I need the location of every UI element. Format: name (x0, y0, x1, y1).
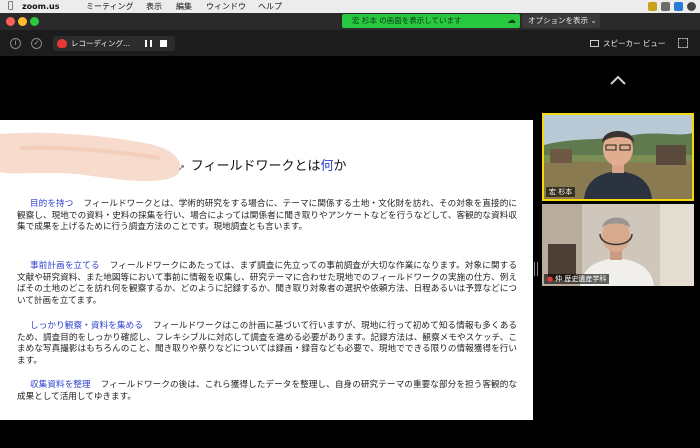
cloud-icon: ☁ (507, 16, 516, 26)
maximize-window-button[interactable] (30, 17, 39, 26)
slide-paragraph: 事前計画を立てる フィールドワークにあたっては、まず調査に先立っての事前調査が大切… (17, 261, 517, 307)
recording-indicator: レコーディング... (53, 36, 175, 51)
paragraph-heading: 目的を持つ (30, 199, 74, 209)
participant-name: 仲 歴史遺産学科 (555, 275, 607, 283)
slide-title-accent: 何 (320, 159, 334, 174)
menu-help[interactable]: ヘルプ (258, 0, 282, 13)
view-options-label: オプションを表示 (528, 16, 588, 25)
fullscreen-icon[interactable] (678, 38, 688, 48)
security-shield-icon[interactable]: ✓ (31, 38, 42, 49)
slide-title: ↗ フィールドワークとは何か (178, 155, 346, 174)
cursor-icon[interactable] (687, 2, 696, 11)
slide-paragraph: 収集資料を整理 フィールドワークの後は、これら獲得したデータを整理し、自身の研究テ… (17, 380, 517, 403)
apple-icon[interactable]:  (8, 0, 13, 13)
speaker-view-label: スピーカー ビュー (603, 39, 666, 48)
info-icon[interactable]: i (10, 38, 21, 49)
stop-recording-button[interactable] (160, 40, 167, 47)
slide-title-suffix: か (333, 159, 347, 174)
muted-mic-icon: ● (547, 275, 554, 283)
participant-video[interactable]: ● 仲 歴史遺産学科 (542, 204, 694, 286)
paragraph-body: フィールドワークとは、学術的研究をする場合に、テーマに関係する土地・文化財を訪れ… (17, 199, 517, 232)
paragraph-heading: しっかり観察・資料を集める (30, 321, 144, 331)
paragraph-heading: 収集資料を整理 (30, 380, 91, 390)
menu-app-name[interactable]: zoom.us (22, 0, 59, 13)
paragraph-heading: 事前計画を立てる (30, 261, 100, 271)
cursor-mark-icon: ↗ (178, 163, 185, 172)
meeting-toolbar: i ✓ レコーディング... スピーカー ビュー (0, 30, 700, 56)
view-options-button[interactable]: オプションを表示 ⌄ (522, 14, 600, 28)
participant-name-tag: ● 仲 歴史遺産学科 (544, 274, 610, 284)
screen-share-banner: 宏 杉本 の画面を表示しています ☁ (342, 14, 520, 28)
minimize-window-button[interactable] (18, 17, 27, 26)
slide-paragraph: しっかり観察・資料を集める フィールドワークはこの計画に基づいて行いますが、現地に… (17, 321, 517, 367)
chevron-down-icon: ⌄ (590, 16, 597, 25)
menu-edit[interactable]: 編集 (176, 0, 192, 13)
menu-meeting[interactable]: ミーティング (86, 0, 134, 13)
macos-menu-bar:  zoom.us ミーティング 表示 編集 ウィンドウ ヘルプ (0, 0, 700, 13)
resize-handle[interactable] (534, 262, 538, 276)
paragraph-body: フィールドワークの後は、これら獲得したデータを整理し、自身の研究テーマの重要な部… (17, 380, 517, 402)
close-window-button[interactable] (6, 17, 15, 26)
menu-view[interactable]: 表示 (146, 0, 162, 13)
status-icon[interactable] (661, 2, 670, 11)
slide-title-prefix: フィールドワークとは (190, 159, 321, 174)
pause-recording-button[interactable] (145, 40, 152, 47)
menu-window[interactable]: ウィンドウ (206, 0, 246, 13)
shared-slide: ↗ フィールドワークとは何か 目的を持つ フィールドワークとは、学術的研究をする場合… (0, 120, 533, 420)
status-icons (648, 2, 696, 11)
slide-paragraph: 目的を持つ フィールドワークとは、学術的研究をする場合に、テーマに関係する土地・文… (17, 199, 517, 234)
chevron-up-icon[interactable] (609, 72, 627, 90)
participant-name: 宏 杉本 (546, 187, 576, 197)
shield-icon[interactable] (648, 2, 657, 11)
cloud-record-icon (57, 39, 67, 48)
brush-stroke-decoration (0, 132, 181, 182)
participant-video-active[interactable]: 宏 杉本 (542, 113, 694, 201)
screen-share-banner-label: 宏 杉本 の画面を表示しています (352, 16, 462, 25)
recording-label: レコーディング... (71, 39, 131, 48)
speaker-view-button[interactable]: スピーカー ビュー (590, 37, 668, 50)
grid-icon (590, 40, 599, 47)
dropbox-icon[interactable] (674, 2, 683, 11)
